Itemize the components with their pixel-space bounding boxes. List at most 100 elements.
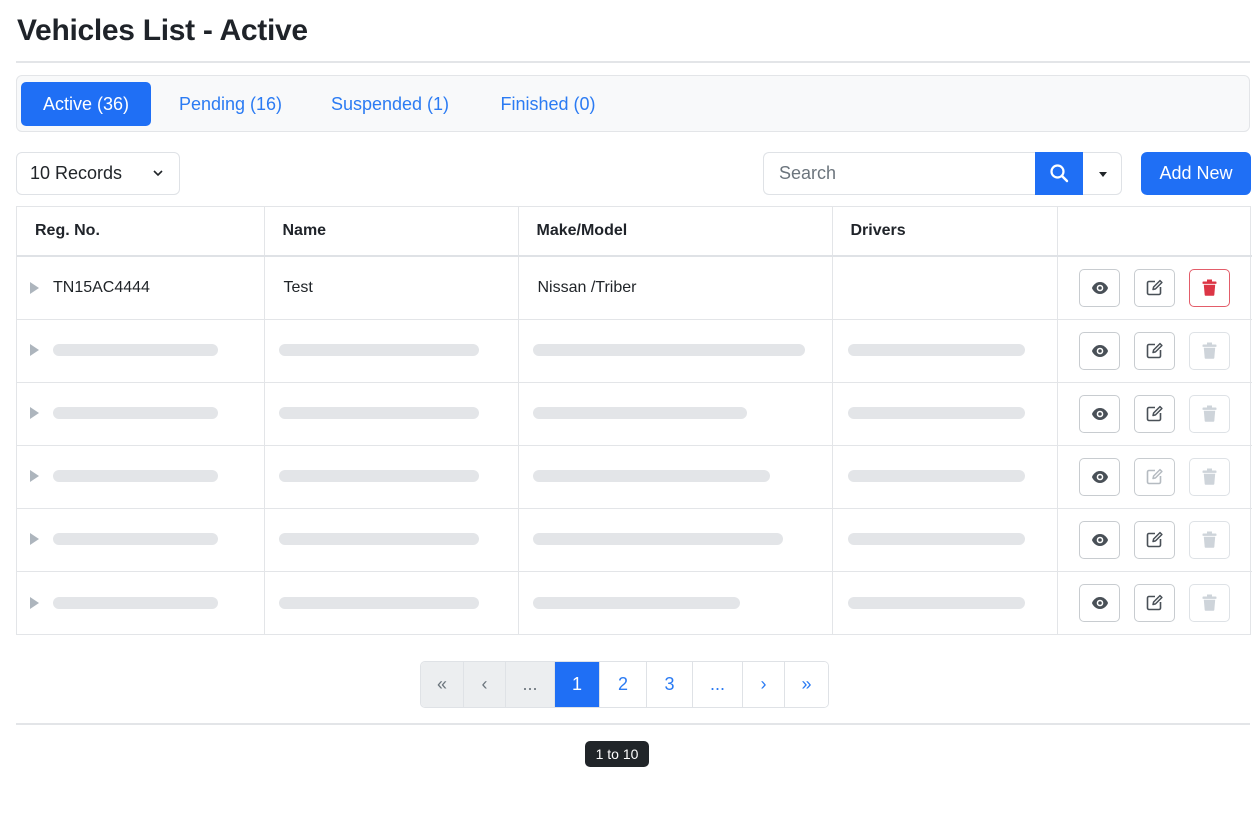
delete-button[interactable] [1189, 457, 1231, 496]
expand-row-icon[interactable] [30, 533, 39, 546]
cell-make-model [518, 445, 833, 509]
column-header-actions [1057, 207, 1252, 257]
cell-reg-no [17, 571, 265, 634]
cell-drivers [832, 571, 1058, 634]
cell-actions [1057, 571, 1252, 634]
pagination-next-button[interactable]: › [743, 662, 785, 707]
pagination-page-2[interactable]: 2 [600, 662, 647, 707]
cell-drivers [832, 319, 1058, 383]
edit-icon [1146, 280, 1163, 296]
expand-row-icon[interactable] [30, 407, 39, 420]
reg-no-text: TN15AC4444 [53, 278, 150, 296]
cell-name [264, 445, 519, 509]
cell-drivers [832, 256, 1058, 320]
eye-icon [1091, 596, 1108, 609]
loading-placeholder [847, 533, 1025, 546]
column-header-reg-no[interactable]: Reg. No. [17, 207, 265, 257]
make-model-text: Nissan /Triber [537, 278, 637, 296]
chevron-down-icon [153, 170, 163, 177]
cell-actions [1057, 319, 1252, 383]
edit-button[interactable] [1134, 331, 1176, 370]
expand-row-icon[interactable] [30, 596, 39, 609]
loading-placeholder [532, 344, 805, 357]
column-header-make-model[interactable]: Make/Model [518, 207, 833, 257]
cell-reg-no [17, 319, 265, 383]
view-button[interactable] [1079, 583, 1121, 622]
cell-actions [1057, 256, 1252, 320]
pagination-last-button[interactable]: » [785, 662, 828, 707]
search-button[interactable] [1035, 152, 1083, 195]
pagination-ellipsis[interactable]: ... [693, 662, 743, 707]
cell-drivers [832, 508, 1058, 572]
record-range-badge: 1 to 10 [585, 741, 649, 767]
expand-row-icon[interactable] [30, 281, 39, 294]
delete-button[interactable] [1189, 268, 1231, 307]
edit-icon [1146, 595, 1163, 611]
expand-row-icon[interactable] [30, 344, 39, 357]
view-button[interactable] [1079, 457, 1121, 496]
eye-icon [1091, 533, 1108, 546]
loading-placeholder [847, 596, 1025, 609]
view-button[interactable] [1079, 394, 1121, 433]
delete-button[interactable] [1189, 520, 1231, 559]
pagination-page-1[interactable]: 1 [555, 662, 600, 707]
trash-icon [1202, 342, 1217, 359]
table-row [17, 571, 1252, 634]
pagination-prev-button: ‹ [464, 662, 506, 707]
view-button[interactable] [1079, 268, 1121, 307]
cell-name [264, 319, 519, 383]
loading-placeholder [278, 407, 479, 420]
loading-placeholder [278, 533, 479, 546]
tab-active[interactable]: Active (36) [21, 82, 151, 126]
cell-make-model [518, 571, 833, 634]
edit-button[interactable] [1134, 583, 1176, 622]
column-header-drivers[interactable]: Drivers [832, 207, 1058, 257]
delete-button[interactable] [1189, 394, 1231, 433]
tab-pending[interactable]: Pending (16) [163, 82, 298, 126]
trash-icon [1202, 468, 1217, 485]
expand-row-icon[interactable] [30, 470, 39, 483]
trash-icon [1202, 405, 1217, 422]
pagination-ellipsis: ... [506, 662, 555, 707]
delete-button[interactable] [1189, 331, 1231, 370]
records-per-page-select[interactable]: 10 Records [16, 152, 180, 195]
cell-actions [1057, 382, 1252, 446]
tab-suspended[interactable]: Suspended (1) [314, 82, 466, 126]
delete-button[interactable] [1189, 583, 1231, 622]
loading-placeholder [847, 470, 1025, 483]
edit-button[interactable] [1134, 457, 1176, 496]
edit-button[interactable] [1134, 268, 1176, 307]
search-input[interactable] [763, 152, 1035, 195]
cell-name [264, 382, 519, 446]
table-row [17, 382, 1252, 446]
cell-reg-no: TN15AC4444 [17, 256, 265, 320]
loading-placeholder [278, 596, 479, 609]
edit-button[interactable] [1134, 520, 1176, 559]
vehicles-table: Reg. No. Name Make/Model Drivers TN15AC4… [16, 206, 1252, 635]
records-per-page-label: 10 Records [30, 163, 123, 183]
column-header-name[interactable]: Name [264, 207, 519, 257]
view-button[interactable] [1079, 331, 1121, 370]
pagination-page-3[interactable]: 3 [647, 662, 693, 707]
cell-reg-no [17, 508, 265, 572]
view-button[interactable] [1079, 520, 1121, 559]
cell-name: Test [264, 256, 519, 320]
edit-button[interactable] [1134, 394, 1176, 433]
pagination: «‹... 1 2 3... ›» [420, 661, 829, 708]
loading-placeholder [532, 407, 747, 420]
cell-make-model [518, 382, 833, 446]
edit-icon [1146, 405, 1163, 422]
status-tabs: Active (36) Pending (16) Suspended (1) F… [16, 75, 1250, 132]
cell-make-model [518, 508, 833, 572]
loading-placeholder [278, 470, 479, 483]
loading-placeholder [53, 407, 218, 420]
tab-finished[interactable]: Finished (0) [482, 82, 614, 126]
loading-placeholder [278, 344, 479, 357]
loading-placeholder [532, 533, 783, 546]
cell-make-model: Nissan /Triber [518, 256, 833, 320]
add-new-button[interactable]: Add New [1141, 152, 1251, 195]
title-divider [16, 61, 1250, 63]
eye-icon [1091, 281, 1108, 294]
cell-reg-no [17, 445, 265, 509]
search-options-dropdown[interactable] [1083, 152, 1122, 195]
